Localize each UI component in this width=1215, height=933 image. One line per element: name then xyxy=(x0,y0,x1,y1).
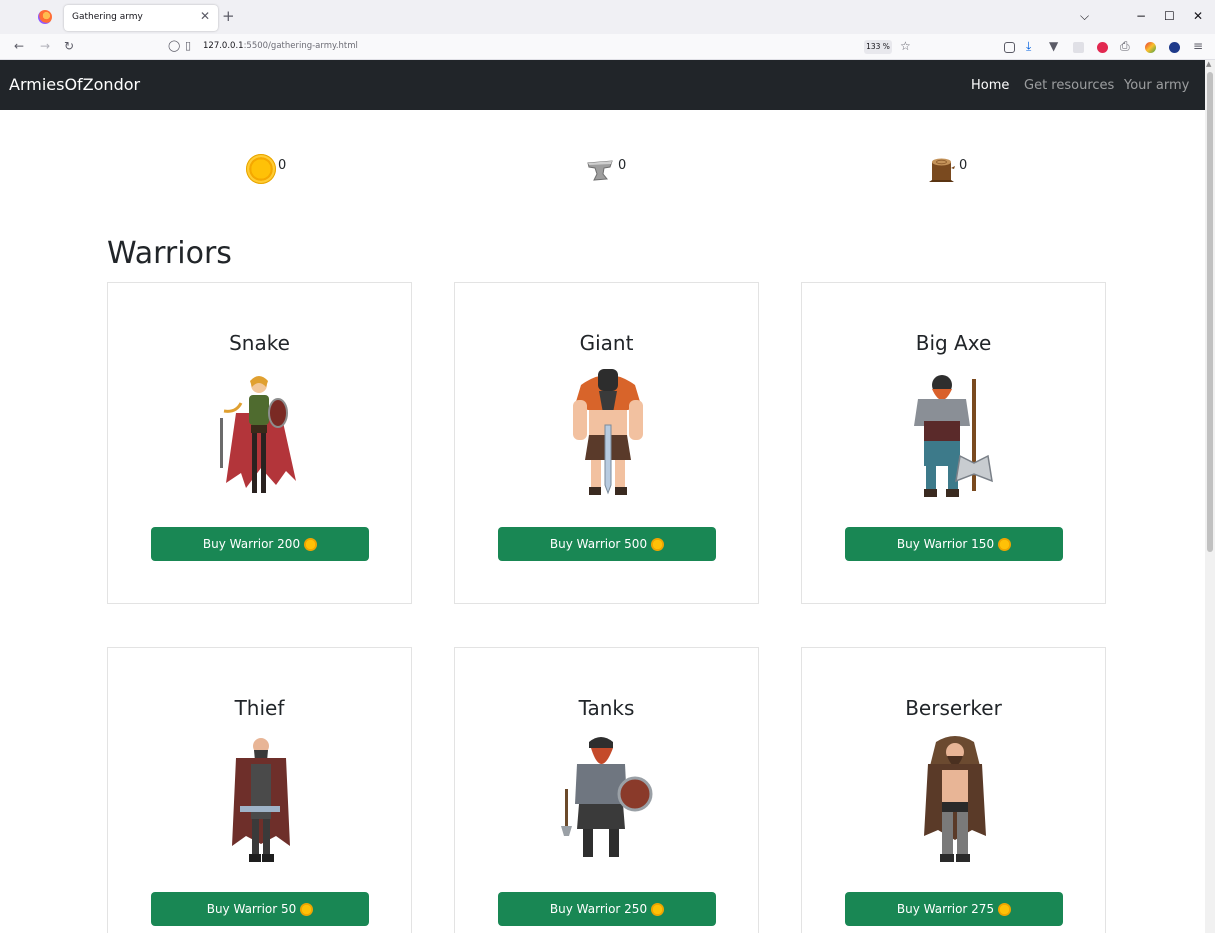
warrior-big-axe-image xyxy=(914,375,993,497)
buy-warrior-button[interactable]: Buy Warrior 250 xyxy=(498,892,716,926)
warrior-card: Thief Buy Warrior 50 xyxy=(107,647,412,933)
pocket-icon[interactable] xyxy=(1004,42,1015,53)
zoom-indicator[interactable]: 133 % xyxy=(864,40,892,54)
scroll-thumb[interactable] xyxy=(1207,72,1213,552)
back-icon[interactable]: ← xyxy=(14,39,24,53)
buy-warrior-button[interactable]: Buy Warrior 200 xyxy=(151,527,369,561)
warrior-name: Snake xyxy=(229,331,290,355)
gold-count: 0 xyxy=(278,158,287,173)
warrior-name: Thief xyxy=(234,696,285,720)
share-icon[interactable]: ⎙ xyxy=(1120,39,1130,54)
coin-icon xyxy=(651,537,665,551)
color-extension-icon[interactable] xyxy=(1145,42,1156,53)
reload-icon[interactable]: ↻ xyxy=(64,39,74,53)
tab-close-icon[interactable]: ✕ xyxy=(200,9,210,23)
download-icon[interactable]: ⤓ xyxy=(1026,39,1031,54)
buy-warrior-button[interactable]: Buy Warrior 150 xyxy=(845,527,1063,561)
wood-count: 0 xyxy=(959,158,968,173)
adblock-icon[interactable] xyxy=(1097,42,1108,53)
new-tab-icon[interactable]: + xyxy=(222,7,235,25)
warrior-name: Giant xyxy=(579,331,634,355)
warrior-name: Tanks xyxy=(578,696,635,720)
browser-tab-bar: Gathering army ✕ + ⌵ − ☐ ✕ xyxy=(0,0,1215,34)
buy-button-label: Buy Warrior 50 xyxy=(206,902,297,916)
buy-button-label: Buy Warrior 275 xyxy=(896,902,995,916)
coin-icon xyxy=(304,537,318,551)
url-field[interactable]: 127.0.0.1:5500/gathering-army.html xyxy=(203,41,358,51)
warrior-name: Berserker xyxy=(905,696,1002,720)
forward-icon[interactable]: → xyxy=(40,39,50,53)
vue-devtools-icon[interactable]: ▼ xyxy=(1049,39,1058,53)
warrior-card: Big Axe Buy Warrior 150 xyxy=(801,282,1106,604)
buy-warrior-button[interactable]: Buy Warrior 275 xyxy=(845,892,1063,926)
bookmark-star-icon[interactable]: ☆ xyxy=(900,39,911,53)
url-host: 127.0.0.1 xyxy=(203,41,244,51)
warrior-snake-image xyxy=(220,376,296,493)
browser-toolbar: ← → ↻ ◯ ▯ 127.0.0.1:5500/gathering-army.… xyxy=(0,34,1215,60)
warrior-name: Big Axe xyxy=(915,331,992,355)
warrior-card: Giant Buy Warrior 500 xyxy=(454,282,759,604)
minimize-icon[interactable]: − xyxy=(1136,9,1146,23)
buy-warrior-button[interactable]: Buy Warrior 500 xyxy=(498,527,716,561)
coin-icon xyxy=(998,902,1012,916)
account-icon[interactable] xyxy=(1169,42,1180,53)
warrior-berserker-image xyxy=(924,736,986,862)
buy-warrior-button[interactable]: Buy Warrior 50 xyxy=(151,892,369,926)
firefox-logo-icon xyxy=(38,10,52,24)
gold-coin-icon xyxy=(246,154,276,184)
iron-count: 0 xyxy=(618,158,627,173)
page-scrollbar[interactable]: ▲ xyxy=(1205,60,1215,933)
warrior-card: Berserker Buy Warrior 275 xyxy=(801,647,1106,933)
extension-icon[interactable] xyxy=(1073,42,1084,53)
buy-button-label: Buy Warrior 200 xyxy=(202,537,301,551)
coin-icon xyxy=(998,537,1012,551)
buy-button-label: Buy Warrior 150 xyxy=(896,537,995,551)
warrior-thief-image xyxy=(232,738,290,862)
wood-stump-icon xyxy=(929,158,955,182)
nav-get-resources[interactable]: Get resources xyxy=(1024,78,1114,93)
brand-link[interactable]: ArmiesOfZondor xyxy=(9,75,140,94)
browser-tab[interactable]: Gathering army ✕ xyxy=(64,5,218,31)
warrior-card: Tanks Buy Warrior 250 xyxy=(454,647,759,933)
tab-title: Gathering army xyxy=(72,12,143,22)
site-navbar: ArmiesOfZondor Home Get resources Your a… xyxy=(0,60,1205,110)
warrior-giant-image xyxy=(573,369,643,495)
coin-icon xyxy=(651,902,665,916)
nav-your-army[interactable]: Your army xyxy=(1124,78,1189,93)
tab-list-chevron-icon[interactable]: ⌵ xyxy=(1080,9,1089,24)
scroll-up-arrow-icon[interactable]: ▲ xyxy=(1206,60,1211,68)
nav-home[interactable]: Home xyxy=(971,78,1009,93)
window-close-icon[interactable]: ✕ xyxy=(1193,9,1203,23)
menu-icon[interactable]: ≡ xyxy=(1193,39,1203,53)
buy-button-label: Buy Warrior 250 xyxy=(549,902,648,916)
warrior-tanks-image xyxy=(561,737,653,857)
maximize-icon[interactable]: ☐ xyxy=(1164,9,1175,23)
section-title: Warriors xyxy=(107,236,232,271)
shield-icon[interactable]: ◯ xyxy=(168,39,180,52)
buy-button-label: Buy Warrior 500 xyxy=(549,537,648,551)
warrior-card: Snake Buy Warrior 200 xyxy=(107,282,412,604)
anvil-icon xyxy=(587,160,613,181)
url-path: :5500/gathering-army.html xyxy=(243,41,358,51)
page-icon: ▯ xyxy=(185,39,192,52)
coin-icon xyxy=(300,902,314,916)
